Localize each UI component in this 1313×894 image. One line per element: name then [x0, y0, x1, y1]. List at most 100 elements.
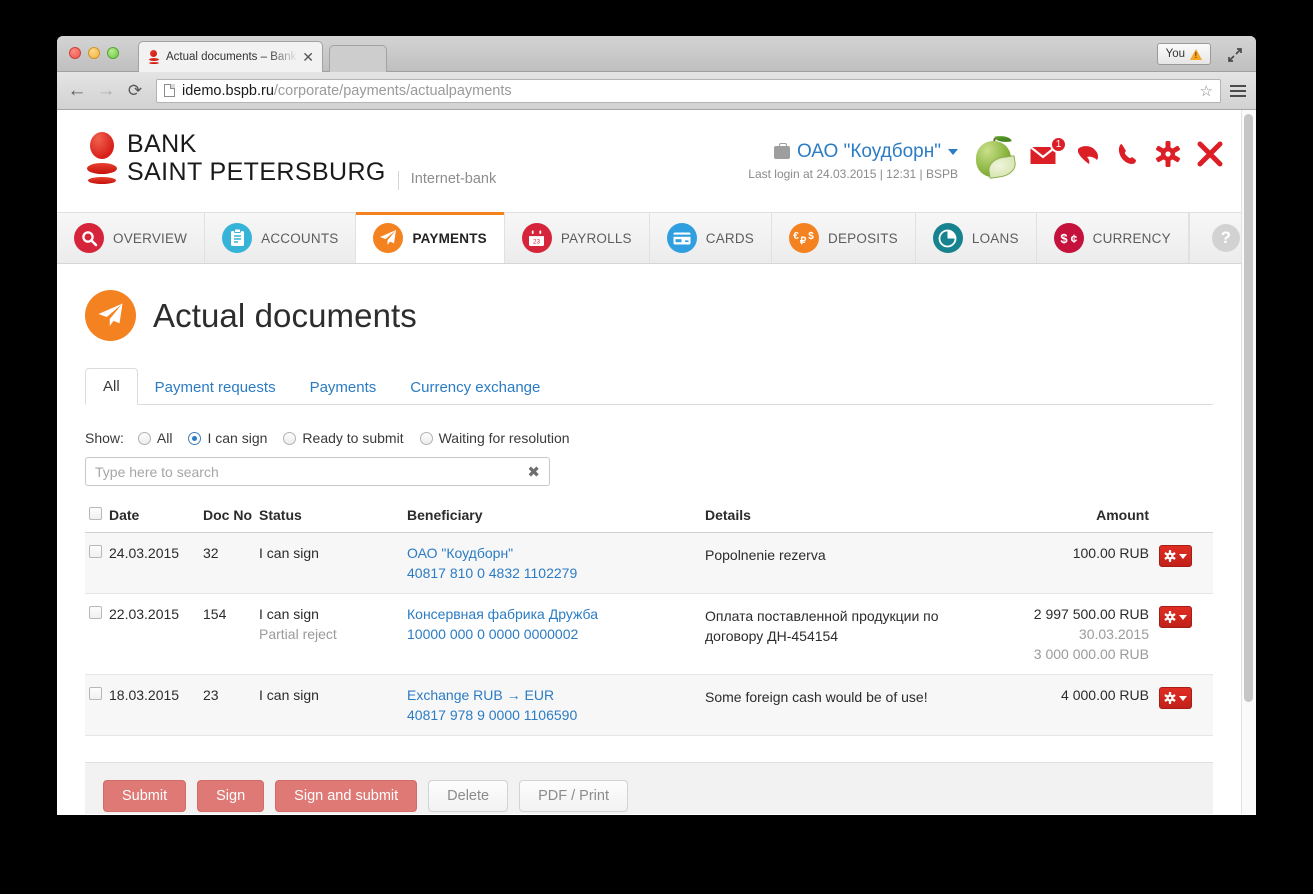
url-host: idemo.bspb.ru	[182, 82, 274, 99]
page-scrollbar-thumb[interactable]	[1244, 114, 1253, 702]
browser-tab-active[interactable]: Actual documents – Bank S ✕	[138, 41, 323, 72]
close-icon[interactable]	[1197, 141, 1223, 167]
close-tab-icon[interactable]: ✕	[302, 50, 314, 64]
row-amount: 100.00 RUB	[979, 532, 1159, 594]
row-actions-cell[interactable]	[1159, 674, 1213, 736]
radio-i-can-sign-input[interactable]	[188, 431, 202, 445]
pdf-print-button[interactable]: PDF / Print	[519, 780, 628, 812]
reload-icon[interactable]: ⟳	[125, 82, 145, 99]
select-all-checkbox[interactable]	[89, 507, 102, 520]
company-selector[interactable]: ОАО "Коудборн" Last login at 24.03.2015 …	[748, 137, 958, 181]
bank-logo-line1: BANK	[127, 130, 197, 158]
row-select-cell[interactable]	[85, 532, 109, 594]
nav-item-cards[interactable]: CARDS	[650, 213, 773, 263]
page-scrollbar[interactable]	[1241, 110, 1256, 814]
row-beneficiary-name[interactable]: Exchange RUB → EUR	[407, 687, 705, 703]
maximize-window-button[interactable]	[107, 47, 119, 59]
sign-button[interactable]: Sign	[197, 780, 265, 812]
minimize-window-button[interactable]	[88, 47, 100, 59]
svg-text:₽: ₽	[800, 236, 807, 247]
row-checkbox[interactable]	[89, 606, 102, 619]
header-beneficiary[interactable]: Beneficiary	[407, 507, 705, 533]
row-actions-button[interactable]	[1159, 606, 1192, 628]
nav-item-currency[interactable]: $ ¢ CURRENCY	[1037, 213, 1189, 263]
row-actions-button[interactable]	[1159, 687, 1192, 709]
bookmark-star-icon[interactable]: ☆	[1200, 82, 1213, 100]
you-profile-button[interactable]: You	[1156, 43, 1211, 65]
subtab-payment-requests[interactable]: Payment requests	[138, 370, 293, 405]
row-status-main: I can sign	[259, 606, 319, 622]
row-checkbox[interactable]	[89, 687, 102, 700]
row-beneficiary-account[interactable]: 40817 978 9 0000 1106590	[407, 707, 705, 723]
delete-button[interactable]: Delete	[428, 780, 509, 812]
paperplane-icon	[373, 223, 404, 253]
header-details[interactable]: Details	[705, 507, 979, 533]
clear-search-icon[interactable]: ✖	[521, 463, 540, 481]
row-status-sub: Partial reject	[259, 626, 337, 642]
row-actions-cell[interactable]	[1159, 593, 1213, 675]
browser-tabstrip: Actual documents – Bank S ✕ You	[57, 36, 1256, 72]
chevron-down-icon	[1179, 695, 1187, 701]
search-input[interactable]	[95, 463, 522, 480]
forward-icon[interactable]: →	[96, 81, 116, 100]
nav-item-accounts[interactable]: ACCOUNTS	[205, 213, 357, 263]
phone-icon[interactable]	[1117, 142, 1139, 166]
radio-option-waiting-for-resolution[interactable]: Waiting for resolution	[419, 430, 570, 446]
radio-all-input[interactable]	[137, 431, 151, 445]
row-beneficiary: Exchange RUB → EUR 40817 978 9 0000 1106…	[407, 674, 705, 736]
subtab-payments[interactable]: Payments	[293, 370, 394, 405]
table-row[interactable]: 22.03.2015 154 I can sign Partial reject…	[85, 593, 1213, 675]
radio-option-i-can-sign[interactable]: I can sign	[188, 430, 267, 446]
header-doc-no[interactable]: Doc No	[203, 507, 259, 533]
row-beneficiary: ОАО "Коудборн" 40817 810 0 4832 1102279	[407, 532, 705, 594]
back-icon[interactable]: ←	[67, 81, 87, 100]
bird-icon[interactable]	[1076, 144, 1101, 165]
new-tab-button[interactable]	[329, 45, 387, 72]
header-status[interactable]: Status	[259, 507, 407, 533]
nav-item-overview[interactable]: OVERVIEW	[57, 213, 206, 263]
nav-item-payments[interactable]: PAYMENTS	[356, 212, 505, 263]
row-status-main: I can sign	[259, 545, 319, 561]
browser-menu-icon[interactable]	[1230, 84, 1246, 97]
subtab-all[interactable]: All	[85, 368, 138, 405]
row-amount: 2 997 500.00 RUB 30.03.2015 3 000 000.00…	[979, 593, 1159, 675]
radio-ready-to-submit-input[interactable]	[283, 431, 297, 445]
bank-logo[interactable]: BANK SAINT PETERSBURG Internet-bank	[87, 130, 496, 190]
select-all-header[interactable]	[85, 507, 109, 533]
row-actions-button[interactable]	[1159, 545, 1192, 567]
search-box[interactable]: ✖	[85, 457, 550, 486]
row-doc-no: 154	[203, 593, 259, 675]
row-beneficiary-name[interactable]: Консервная фабрика Дружба	[407, 606, 705, 622]
table-row[interactable]: 24.03.2015 32 I can sign ОАО "Коудборн" …	[85, 532, 1213, 594]
show-filter-label: Show:	[85, 430, 124, 446]
radio-option-ready-to-submit[interactable]: Ready to submit	[283, 430, 404, 446]
submit-button[interactable]: Submit	[103, 780, 187, 812]
clipboard-icon	[222, 223, 253, 253]
radio-waiting-input[interactable]	[419, 431, 433, 445]
row-beneficiary-account[interactable]: 40817 810 0 4832 1102279	[407, 565, 705, 581]
radio-option-all[interactable]: All	[137, 430, 172, 446]
row-select-cell[interactable]	[85, 674, 109, 736]
sign-and-submit-button[interactable]: Sign and submit	[275, 780, 418, 812]
page-info-icon[interactable]	[164, 84, 175, 97]
address-bar[interactable]: idemo.bspb.ru/corporate/payments/actualp…	[156, 78, 1221, 103]
gear-icon[interactable]	[1155, 141, 1181, 167]
row-checkbox[interactable]	[89, 545, 102, 558]
nav-item-deposits[interactable]: € ₽ $ DEPOSITS	[772, 213, 916, 263]
mail-icon[interactable]: 1	[1030, 135, 1067, 165]
nav-item-payrolls[interactable]: 23 PAYROLLS	[505, 213, 650, 263]
row-select-cell[interactable]	[85, 593, 109, 675]
header-amount[interactable]: Amount	[979, 507, 1159, 533]
row-beneficiary-account[interactable]: 10000 000 0 0000 0000002	[407, 626, 705, 642]
header-date[interactable]: Date	[109, 507, 203, 533]
row-beneficiary-name[interactable]: ОАО "Коудборн"	[407, 545, 705, 561]
browser-urlbar: ← → ⟳ idemo.bspb.ru/corporate/payments/a…	[57, 72, 1256, 110]
close-window-button[interactable]	[69, 47, 81, 59]
table-row[interactable]: 18.03.2015 23 I can sign Exchange RUB → …	[85, 674, 1213, 736]
row-actions-cell[interactable]	[1159, 532, 1213, 594]
fullscreen-icon[interactable]	[1226, 46, 1244, 64]
row-amount-main: 4 000.00 RUB	[1061, 687, 1149, 703]
subtab-currency-exchange[interactable]: Currency exchange	[393, 370, 557, 405]
nav-item-loans[interactable]: LOANS	[916, 213, 1037, 263]
nav-label-cards: CARDS	[705, 230, 755, 246]
